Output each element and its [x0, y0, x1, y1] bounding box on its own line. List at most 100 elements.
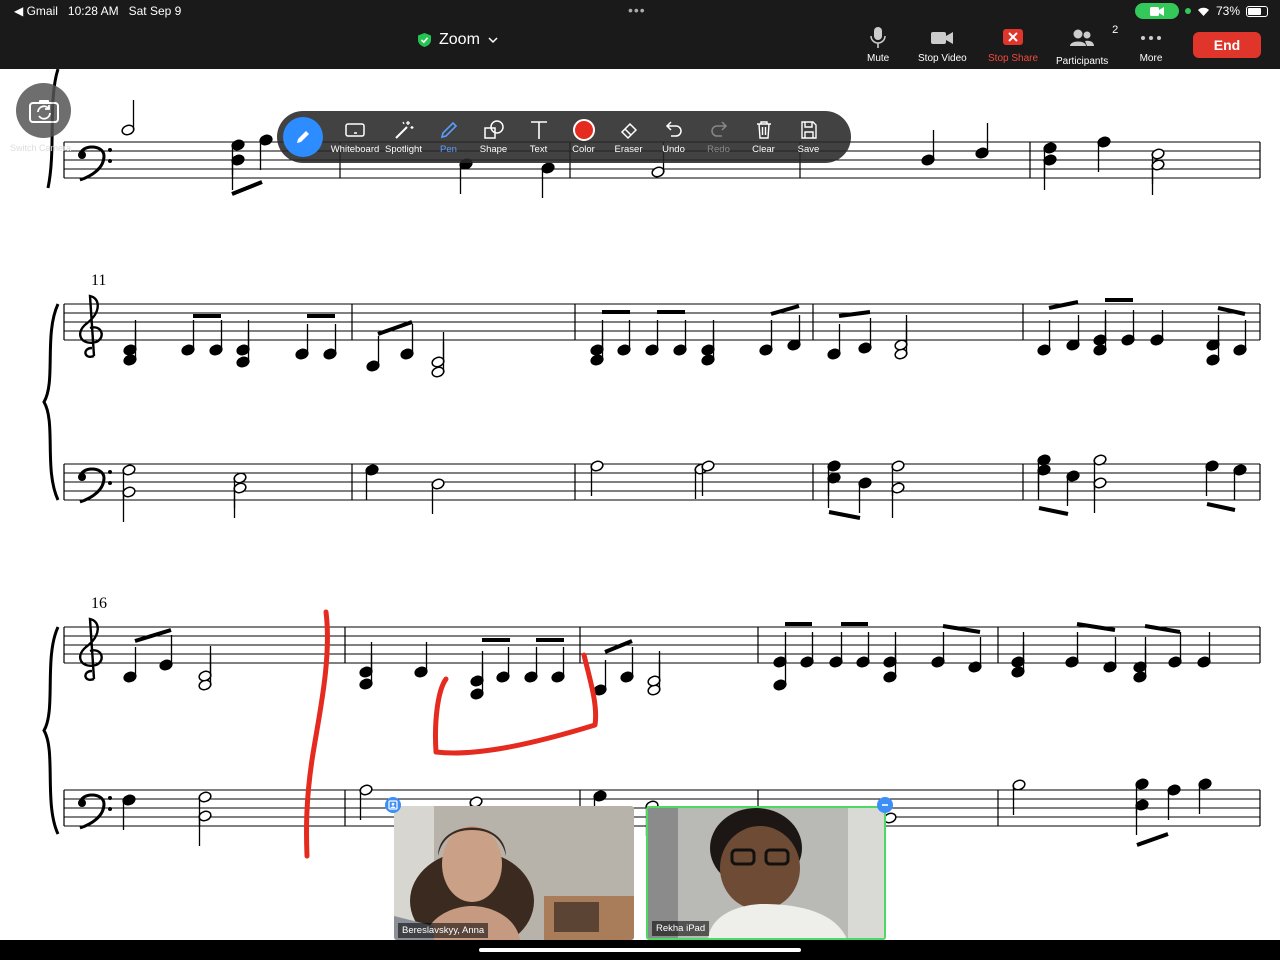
note-beam	[377, 320, 413, 336]
chevron-down-icon	[488, 36, 498, 43]
more-label: More	[1139, 53, 1163, 64]
undo-button[interactable]: Undo	[651, 119, 696, 155]
participants-label: Participants	[1056, 56, 1109, 67]
annotation-toolbar: Whiteboard Spotlight Pen Shape Text Colo…	[277, 111, 851, 163]
whiteboard-icon	[345, 123, 365, 137]
mute-button[interactable]: Mute	[867, 27, 889, 64]
participant-name-rekha: Rekha iPad	[652, 921, 710, 936]
undo-label: Undo	[662, 144, 685, 155]
bass-clef-dot	[78, 473, 86, 481]
switch-camera-icon	[28, 99, 59, 123]
video-tile-rekha[interactable]: Rekha iPad	[646, 806, 886, 940]
date: Sat Sep 9	[128, 4, 182, 18]
microphone-icon	[870, 27, 886, 48]
shield-icon	[418, 33, 431, 47]
top-bar: ◀ Gmail 10:28 AM Sat Sep 9 ••• 73% Zoom …	[0, 0, 1280, 69]
video-camera-icon	[931, 32, 954, 44]
switch-camera-button[interactable]	[16, 83, 71, 138]
eraser-label: Eraser	[614, 144, 643, 155]
back-to-gmail[interactable]: ◀ Gmail	[14, 4, 58, 18]
text-tool-icon	[530, 121, 547, 139]
pen-stroke-barline	[304, 609, 330, 859]
more-dots-icon	[1141, 36, 1161, 40]
more-button[interactable]: More	[1139, 27, 1163, 64]
clear-button[interactable]: Clear	[741, 119, 786, 155]
pen-icon	[440, 121, 457, 139]
pen-stroke-bracket	[433, 652, 599, 756]
battery-icon	[1246, 5, 1268, 17]
stop-share-icon	[1003, 29, 1024, 45]
text-label: Text	[529, 144, 548, 155]
mic-indicator-icon	[1184, 8, 1191, 14]
bass-clef-dot	[108, 148, 112, 152]
end-meeting-button[interactable]: End	[1193, 32, 1261, 58]
bass-clef-dot	[78, 799, 86, 807]
whiteboard-label: Whiteboard	[330, 144, 380, 155]
stop-share-button[interactable]: Stop Share	[988, 27, 1038, 64]
measure-number-11: 11	[91, 272, 106, 289]
grand-staff-brace	[42, 626, 60, 835]
bass-clef-dot	[108, 481, 112, 485]
pen-label: Pen	[440, 144, 457, 155]
note-beam	[1038, 506, 1069, 516]
status-right: 73%	[1134, 3, 1268, 19]
minimize-video-icon[interactable]	[877, 797, 893, 813]
note-beam	[828, 510, 861, 520]
stop-video-label: Stop Video	[918, 53, 967, 64]
save-button[interactable]: Save	[786, 119, 831, 155]
undo-icon	[665, 121, 682, 137]
pin-video-icon[interactable]	[385, 797, 401, 813]
clear-label: Clear	[752, 144, 775, 155]
note-beam	[1206, 502, 1236, 512]
save-label: Save	[797, 144, 820, 155]
eraser-button[interactable]: Eraser	[606, 119, 651, 155]
switch-camera-label: Switch Camera	[10, 143, 72, 153]
stop-video-button[interactable]: Stop Video	[918, 27, 967, 64]
whiteboard-button[interactable]: Whiteboard	[329, 119, 381, 155]
bass-clef-dot	[108, 796, 112, 800]
trash-icon	[756, 121, 771, 139]
participant-video-anna	[394, 806, 634, 940]
wifi-icon	[1197, 7, 1209, 16]
redo-label: Redo	[707, 144, 730, 155]
spotlight-button[interactable]: Spotlight	[381, 119, 426, 155]
note-beam	[231, 180, 263, 196]
participants-count: 2	[1112, 24, 1119, 36]
mute-label: Mute	[867, 53, 890, 64]
home-indicator[interactable]	[479, 948, 801, 952]
pencil-icon	[297, 131, 309, 143]
eraser-icon	[620, 122, 637, 140]
pen-button[interactable]: Pen	[426, 119, 471, 155]
redo-icon	[710, 121, 727, 137]
text-button[interactable]: Text	[516, 119, 561, 155]
color-button[interactable]: Color	[561, 119, 606, 155]
clock: 10:28 AM	[67, 4, 119, 18]
shape-label: Shape	[479, 144, 508, 155]
meeting-title-button[interactable]: Zoom	[418, 31, 498, 49]
battery-fill	[1248, 7, 1262, 15]
annotation-toggle-button[interactable]	[283, 117, 323, 157]
zoom-screen: ◀ Gmail 10:28 AM Sat Sep 9 ••• 73% Zoom …	[0, 0, 1280, 960]
video-tile-anna[interactable]: Bereslavskyy, Anna	[394, 806, 634, 940]
multitasking-dots-icon[interactable]: •••	[628, 2, 646, 18]
spotlight-wand-icon	[394, 121, 413, 139]
note-beam	[604, 639, 633, 654]
bass-clef-dot	[108, 159, 112, 163]
shape-icon	[483, 120, 504, 139]
color-label: Color	[572, 144, 595, 155]
selected-color-swatch	[572, 119, 595, 141]
shape-button[interactable]: Shape	[471, 119, 516, 155]
score-layer	[42, 69, 1261, 848]
participants-button[interactable]: 2 Participants	[1056, 24, 1118, 67]
participant-name-anna: Bereslavskyy, Anna	[398, 923, 489, 938]
grand-staff-brace	[42, 303, 60, 501]
meeting-title: Zoom	[439, 31, 480, 48]
note-beam	[1136, 832, 1169, 847]
shared-sheet-music: 11 16	[42, 69, 1261, 859]
treble-clef-icon	[79, 617, 103, 681]
redo-button[interactable]: Redo	[696, 119, 741, 155]
treble-clef-icon	[79, 294, 103, 358]
spotlight-label: Spotlight	[385, 144, 422, 155]
stop-share-label: Stop Share	[988, 53, 1039, 64]
bass-clef-dot	[108, 470, 112, 474]
